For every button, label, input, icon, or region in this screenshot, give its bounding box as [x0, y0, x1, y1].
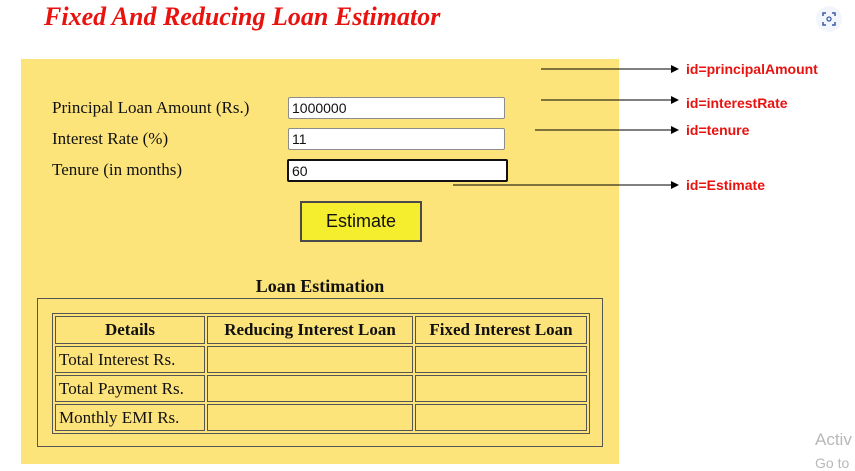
annotation-principal: id=principalAmount: [686, 61, 818, 77]
annotation-interest-rate: id=interestRate: [686, 95, 788, 111]
annotation-tenure: id=tenure: [686, 122, 750, 138]
annotation-estimate: id=Estimate: [686, 177, 765, 193]
windows-activation-watermark: Activ: [815, 430, 852, 449]
